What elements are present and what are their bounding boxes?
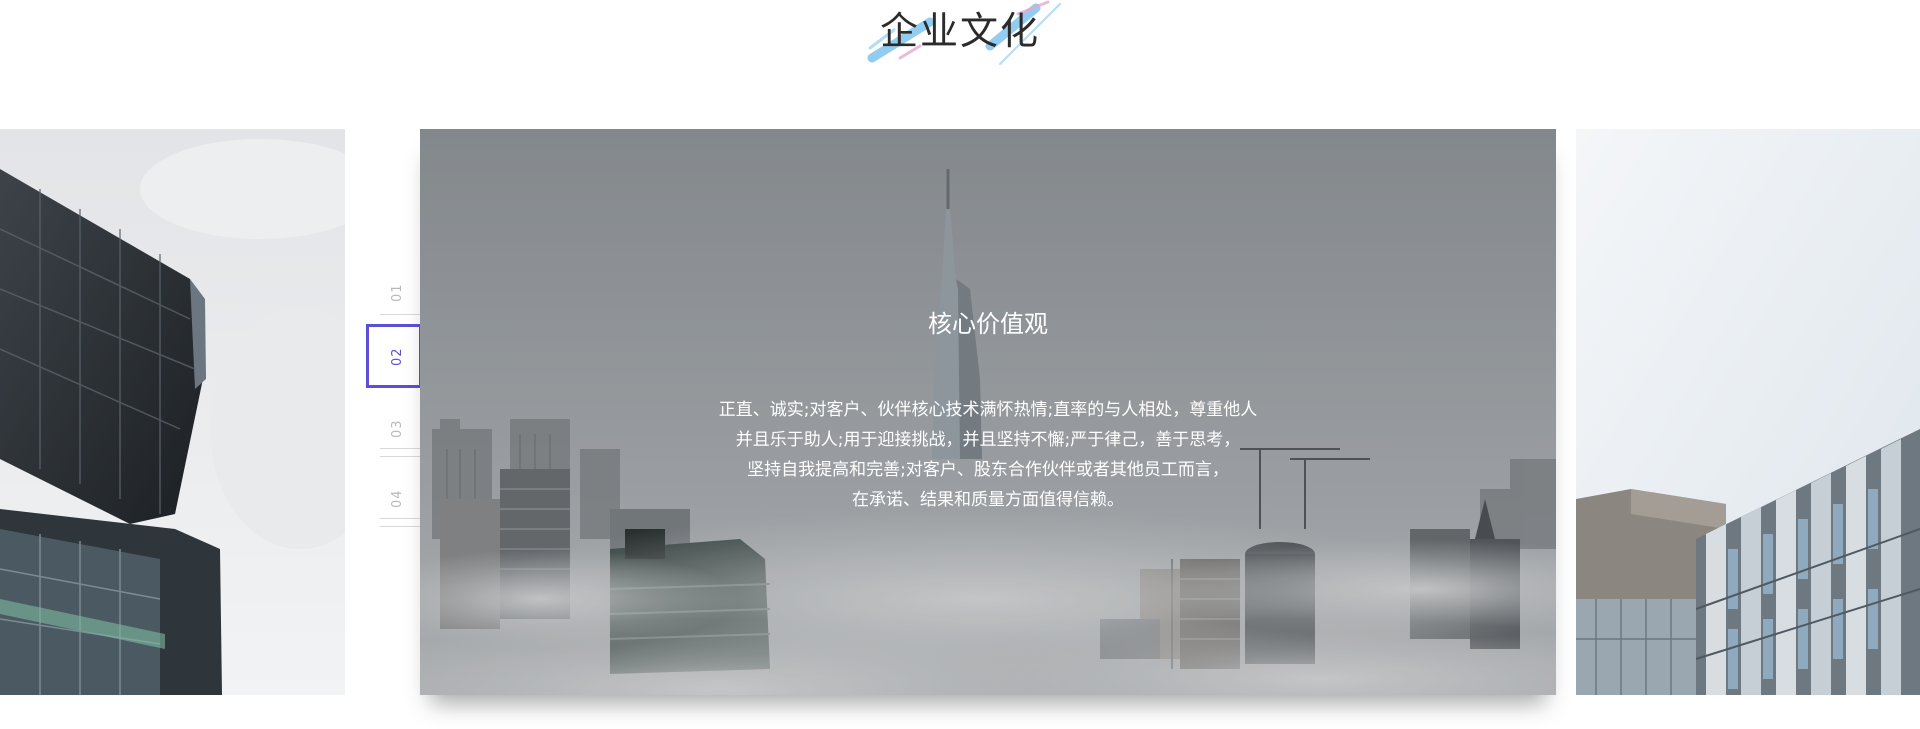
pager-divider (380, 526, 420, 527)
pager-divider (380, 314, 420, 315)
pager-number: 01 (390, 283, 405, 303)
carousel-next-image[interactable] (1576, 129, 1920, 695)
description-line: 在承诺、结果和质量方面值得信赖。 (852, 490, 1124, 510)
pager-item-02-active[interactable]: 02 (366, 324, 422, 388)
slide-pager: 01 02 03 04 (366, 260, 422, 560)
pager-number: 02 (390, 347, 405, 367)
building-photo-right (1576, 129, 1920, 695)
pager-item-01[interactable]: 01 (366, 260, 420, 324)
pager-number: 04 (390, 489, 405, 509)
pager-number: 03 (390, 419, 405, 439)
section-header: 企业文化 (0, 0, 1920, 70)
pager-item-04[interactable]: 04 (366, 466, 420, 530)
carousel-active-slide[interactable]: 核心价值观 正直、诚实;对客户、伙伴核心技术满怀热情;直率的与人相处，尊重他人 … (420, 129, 1556, 695)
section-title: 企业文化 (879, 9, 1040, 53)
description-line: 并且乐于助人;用于迎接挑战，并且坚持不懈;严于律己，善于思考， (735, 430, 1241, 450)
description-line: 坚持自我提高和完善;对客户、股东合作伙伴或者其他员工而言， (747, 460, 1229, 480)
pager-item-03[interactable]: 03 (366, 396, 420, 460)
pager-divider (380, 518, 420, 519)
pager-divider (380, 448, 420, 449)
pager-divider (380, 456, 420, 457)
carousel-prev-image[interactable] (0, 129, 345, 695)
slide-heading: 核心价值观 (928, 310, 1048, 338)
description-line: 正直、诚实;对客户、伙伴核心技术满怀热情;直率的与人相处，尊重他人 (718, 400, 1258, 420)
building-photo-left (0, 129, 345, 695)
slide-description: 正直、诚实;对客户、伙伴核心技术满怀热情;直率的与人相处，尊重他人 并且乐于助人… (638, 395, 1338, 515)
